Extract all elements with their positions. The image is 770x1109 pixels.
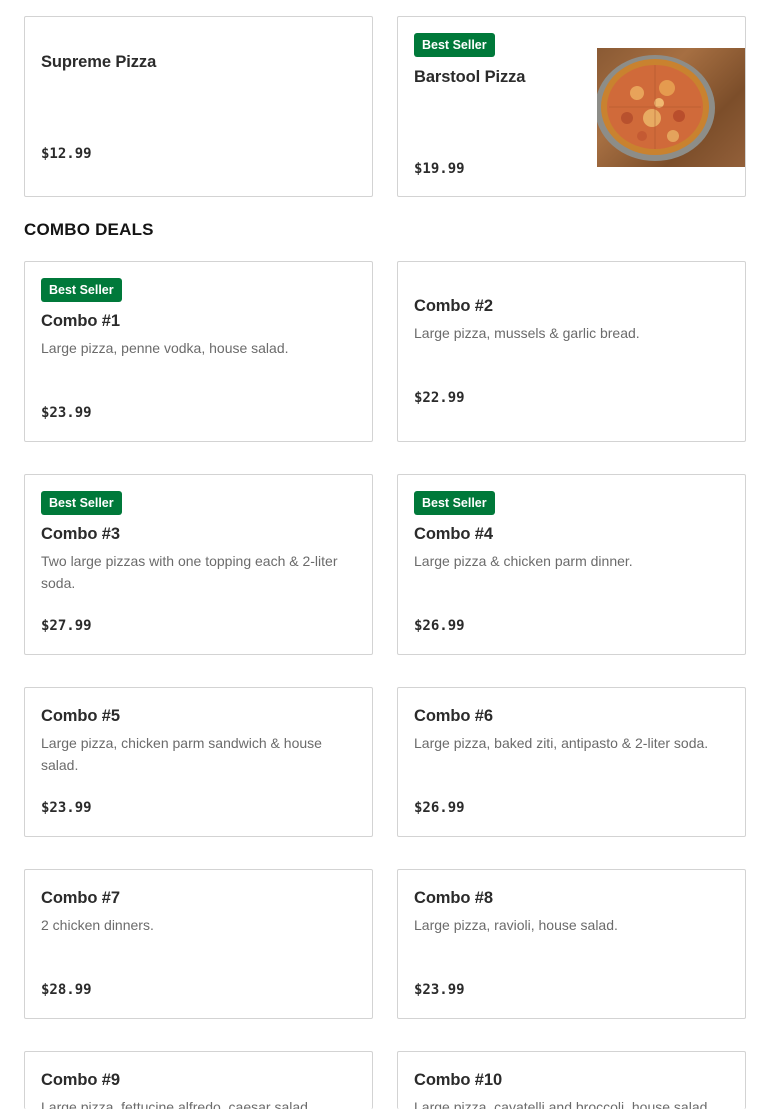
item-description: Large pizza, penne vodka, house salad. — [41, 340, 289, 356]
menu-item-card-combo-2[interactable]: Combo #2 Large pizza, mussels & garlic b… — [397, 261, 746, 442]
item-title: Combo #8 — [414, 889, 493, 907]
menu-item-card-combo-3[interactable]: Best Seller Combo #3 Two large pizzas wi… — [24, 474, 373, 655]
item-title: Combo #5 — [41, 707, 120, 725]
item-title: Combo #9 — [41, 1071, 120, 1089]
item-description: Two large pizzas with one topping each &… — [41, 553, 338, 591]
item-description: Large pizza, baked ziti, antipasto & 2-l… — [414, 735, 709, 751]
item-price: $27.99 — [41, 618, 92, 634]
menu-item-card-supreme-pizza[interactable]: Supreme Pizza $12.99 — [24, 16, 373, 197]
menu-item-card-barstool-pizza[interactable]: Best Seller Barstool Pizza $19.99 — [397, 16, 746, 197]
best-seller-badge: Best Seller — [41, 278, 122, 302]
item-description: Large pizza, ravioli, house salad. — [414, 917, 618, 933]
item-title: Supreme Pizza — [41, 53, 157, 71]
item-price: $23.99 — [414, 982, 465, 998]
menu-item-card-combo-6[interactable]: Combo #6 Large pizza, baked ziti, antipa… — [397, 687, 746, 837]
item-price: $19.99 — [414, 161, 465, 177]
item-title: Combo #4 — [414, 525, 493, 543]
item-description: Large pizza, chicken parm sandwich & hou… — [41, 735, 322, 773]
best-seller-badge: Best Seller — [41, 491, 122, 515]
item-title: Barstool Pizza — [414, 68, 526, 86]
menu-item-card-combo-4[interactable]: Best Seller Combo #4 Large pizza & chick… — [397, 474, 746, 655]
item-title: Combo #10 — [414, 1071, 503, 1089]
menu-item-card-combo-5[interactable]: Combo #5 Large pizza, chicken parm sandw… — [24, 687, 373, 837]
menu-page: Supreme Pizza $12.99 Best Seller Barstoo… — [0, 0, 770, 1109]
menu-item-card-combo-9[interactable]: Combo #9 Large pizza, fettucine alfredo,… — [24, 1051, 373, 1109]
item-price: $22.99 — [414, 390, 465, 406]
item-price: $26.99 — [414, 618, 465, 634]
item-price: $26.99 — [414, 800, 465, 816]
menu-item-card-combo-7[interactable]: Combo #7 2 chicken dinners. $28.99 — [24, 869, 373, 1019]
item-description: Large pizza, cavatelli and broccoli, hou… — [414, 1099, 712, 1109]
item-description: 2 chicken dinners. — [41, 917, 154, 933]
item-title: Combo #6 — [414, 707, 493, 725]
item-price: $23.99 — [41, 405, 92, 421]
item-price: $28.99 — [41, 982, 92, 998]
item-title: Combo #1 — [41, 312, 120, 330]
item-title: Combo #7 — [41, 889, 120, 907]
item-description: Large pizza & chicken parm dinner. — [414, 553, 633, 569]
item-title: Combo #2 — [414, 297, 493, 315]
menu-item-card-combo-10[interactable]: Combo #10 Large pizza, cavatelli and bro… — [397, 1051, 746, 1109]
best-seller-badge: Best Seller — [414, 491, 495, 515]
item-description: Large pizza, mussels & garlic bread. — [414, 325, 640, 341]
pizza-photo-image — [597, 48, 745, 167]
section-title-combo-deals: COMBO DEALS — [24, 220, 154, 239]
best-seller-badge: Best Seller — [414, 33, 495, 57]
item-description: Large pizza, fettucine alfredo, caesar s… — [41, 1099, 312, 1109]
menu-item-card-combo-8[interactable]: Combo #8 Large pizza, ravioli, house sal… — [397, 869, 746, 1019]
item-title: Combo #3 — [41, 525, 120, 543]
item-price: $12.99 — [41, 146, 92, 162]
menu-item-card-combo-1[interactable]: Best Seller Combo #1 Large pizza, penne … — [24, 261, 373, 442]
item-price: $23.99 — [41, 800, 92, 816]
